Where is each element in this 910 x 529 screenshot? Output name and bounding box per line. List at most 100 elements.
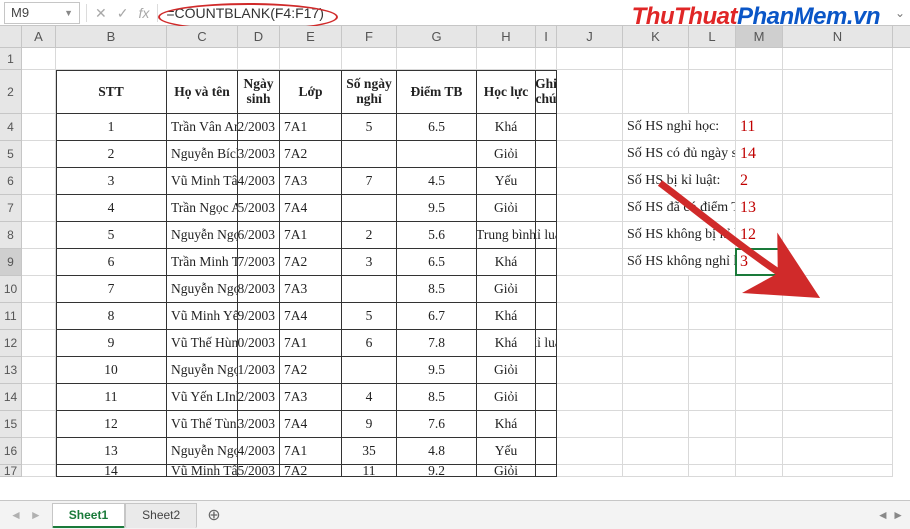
cell-hocluc[interactable]: Giỏi [477, 276, 536, 303]
cell-hoten[interactable]: Vũ Thế Tùng [167, 411, 238, 438]
cell-lop[interactable]: 7A3 [280, 168, 342, 195]
column-header-C[interactable]: C [167, 26, 238, 47]
cell[interactable] [623, 384, 689, 411]
cell-nghi[interactable]: 7 [342, 168, 397, 195]
new-sheet-button[interactable]: ⊕ [197, 505, 230, 525]
cell[interactable] [22, 411, 56, 438]
cell[interactable] [783, 48, 893, 70]
cell-hocluc[interactable]: Khá [477, 411, 536, 438]
cell-hoten[interactable]: Nguyễn Ngọc Hân [167, 222, 238, 249]
cell-ngaysinh[interactable]: 2/4/2003 [238, 168, 280, 195]
cell-tb[interactable]: 5.6 [397, 222, 477, 249]
cell[interactable] [557, 465, 623, 477]
cell[interactable] [623, 70, 689, 114]
cell-stt[interactable]: 2 [56, 141, 167, 168]
select-all-cell[interactable] [0, 26, 22, 47]
cell[interactable] [22, 195, 56, 222]
cell-stt[interactable]: 3 [56, 168, 167, 195]
cell-nghi[interactable] [342, 141, 397, 168]
expand-formula-bar-icon[interactable]: ⌄ [890, 6, 910, 20]
cell[interactable] [477, 48, 536, 70]
cell[interactable] [22, 384, 56, 411]
cell[interactable] [623, 330, 689, 357]
cell[interactable] [689, 357, 736, 384]
cell-ghichu[interactable]: Kỉ luật [536, 222, 557, 249]
enter-icon[interactable]: ✓ [117, 6, 129, 20]
cell[interactable] [623, 438, 689, 465]
sheet-tab-sheet2[interactable]: Sheet2 [125, 503, 197, 528]
cell-ngaysinh[interactable]: 2/7/2003 [238, 249, 280, 276]
cell[interactable] [736, 303, 783, 330]
cell-lop[interactable]: 7A1 [280, 114, 342, 141]
cell[interactable] [623, 303, 689, 330]
cell-ghichu[interactable] [536, 438, 557, 465]
cell[interactable] [623, 465, 689, 477]
cell-hocluc[interactable]: Trung bình [477, 222, 536, 249]
column-header-B[interactable]: B [56, 26, 167, 47]
cell[interactable] [736, 411, 783, 438]
cell[interactable] [557, 70, 623, 114]
cell-lop[interactable]: 7A3 [280, 384, 342, 411]
summary-label[interactable]: Số HS đã có điểm TK: [623, 195, 736, 222]
table-header-ngaysinh[interactable]: Ngày sinh [238, 70, 280, 114]
cell-stt[interactable]: 8 [56, 303, 167, 330]
cell[interactable] [783, 357, 893, 384]
cell-ngaysinh[interactable]: 2/14/2003 [238, 438, 280, 465]
cell[interactable] [167, 48, 238, 70]
cell[interactable] [557, 114, 623, 141]
column-header-A[interactable]: A [22, 26, 56, 47]
name-box-dropdown-icon[interactable]: ▼ [64, 8, 73, 18]
cell-tb[interactable]: 4.8 [397, 438, 477, 465]
cell-hoten[interactable]: Vũ Minh Yến [167, 303, 238, 330]
cell-ghichu[interactable] [536, 195, 557, 222]
cell-ghichu[interactable] [536, 303, 557, 330]
summary-value[interactable]: 13 [736, 195, 783, 222]
row-header-1[interactable]: 1 [0, 48, 22, 70]
cell[interactable] [22, 141, 56, 168]
cell[interactable] [736, 384, 783, 411]
column-header-K[interactable]: K [623, 26, 689, 47]
row-header-14[interactable]: 14 [0, 384, 22, 411]
column-header-D[interactable]: D [238, 26, 280, 47]
cell-tb[interactable]: 6.7 [397, 303, 477, 330]
cell[interactable] [783, 114, 893, 141]
cell-hoten[interactable]: Vũ Yến LInh [167, 384, 238, 411]
cell[interactable] [689, 48, 736, 70]
summary-value[interactable]: 12 [736, 222, 783, 249]
cell-ngaysinh[interactable]: 2/11/2003 [238, 357, 280, 384]
cell-lop[interactable]: 7A2 [280, 357, 342, 384]
cell-tb[interactable]: 4.5 [397, 168, 477, 195]
cell-hocluc[interactable]: Khá [477, 303, 536, 330]
cell[interactable] [689, 465, 736, 477]
cell-ghichu[interactable] [536, 276, 557, 303]
cell[interactable] [557, 303, 623, 330]
cell[interactable] [22, 114, 56, 141]
cell-hoten[interactable]: Vũ Thế Hùng [167, 330, 238, 357]
cell[interactable] [783, 384, 893, 411]
cell-tb[interactable]: 9.5 [397, 357, 477, 384]
cell[interactable] [557, 357, 623, 384]
cell[interactable] [783, 70, 893, 114]
cell-ghichu[interactable] [536, 249, 557, 276]
column-header-H[interactable]: H [477, 26, 536, 47]
cell[interactable] [623, 276, 689, 303]
cell[interactable] [557, 438, 623, 465]
cell-nghi[interactable] [342, 357, 397, 384]
cell-hocluc[interactable]: Khá [477, 114, 536, 141]
cell-hoten[interactable]: Nguyễn Ngọc Vinh [167, 276, 238, 303]
row-header-4[interactable]: 4 [0, 114, 22, 141]
cell[interactable] [22, 330, 56, 357]
cell-lop[interactable]: 7A1 [280, 222, 342, 249]
grid[interactable]: 12STTHọ và tênNgày sinhLớpSố ngày nghỉĐi… [0, 48, 910, 500]
table-header-stt[interactable]: STT [56, 70, 167, 114]
cell-ghichu[interactable] [536, 141, 557, 168]
cell-lop[interactable]: 7A2 [280, 249, 342, 276]
cell[interactable] [557, 48, 623, 70]
cell[interactable] [783, 330, 893, 357]
cell[interactable] [557, 222, 623, 249]
cell-hocluc[interactable]: Giỏi [477, 195, 536, 222]
cell[interactable] [22, 438, 56, 465]
table-header-diemtb[interactable]: Điểm TB [397, 70, 477, 114]
summary-label[interactable]: Số HS nghỉ học: [623, 114, 736, 141]
cell-stt[interactable]: 13 [56, 438, 167, 465]
